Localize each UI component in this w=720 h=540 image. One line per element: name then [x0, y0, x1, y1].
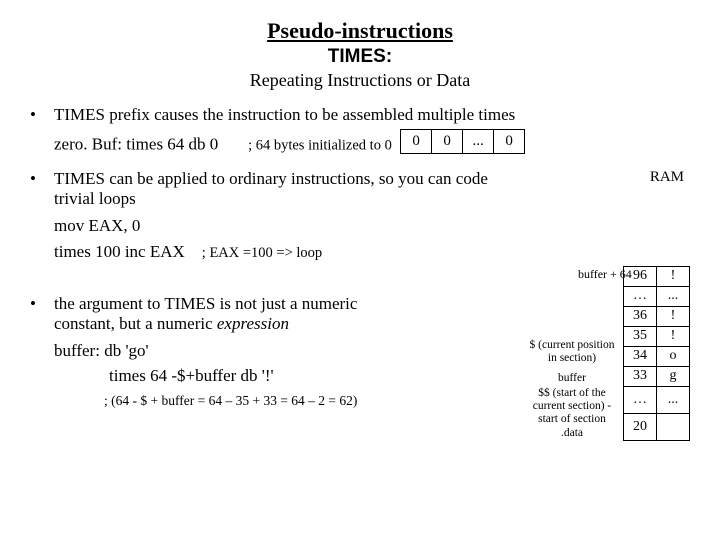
expression-note: ; (64 - $ + buffer = 64 – 35 + 33 = 64 –…	[104, 393, 521, 409]
anno-buffer: buffer	[521, 366, 624, 386]
comment-64bytes: ; 64 bytes initialized to 0	[248, 138, 392, 154]
ram-val: g	[657, 366, 690, 386]
bullet2-line1: TIMES can be applied to ordinary instruc…	[54, 169, 634, 189]
bullet-3: • the argument to TIMES is not just a nu…	[30, 294, 690, 442]
byte-cell: 0	[432, 130, 463, 154]
ram-addr: 36	[624, 306, 657, 326]
ram-addr: 35	[624, 326, 657, 346]
ram-val: o	[657, 346, 690, 366]
ram-label: RAM	[650, 169, 690, 186]
ram-addr: 96	[624, 266, 657, 286]
ram-val: ...	[657, 386, 690, 413]
bullet3-expression: expression	[217, 314, 289, 333]
ram-val: !	[657, 306, 690, 326]
bullet-1: • TIMES prefix causes the instruction to…	[30, 105, 690, 157]
ram-addr: …	[624, 386, 657, 413]
code-buffer-go: buffer: db 'go'	[54, 338, 521, 364]
ram-addr: …	[624, 286, 657, 306]
bullet3-line2a: constant, but a numeric	[54, 314, 217, 333]
comment-eax100: ; EAX =100 => loop	[202, 245, 322, 261]
ram-table-wrap: 96! …... 36! $ (current position in sect…	[521, 266, 690, 442]
ram-val	[657, 413, 690, 440]
bullet2-line2: trivial loops	[54, 189, 634, 209]
bullet-dot: •	[30, 169, 54, 281]
ram-block: RAM	[650, 169, 690, 188]
code-mov: mov EAX, 0	[54, 213, 634, 239]
ram-val: !	[657, 266, 690, 286]
ram-val: ...	[657, 286, 690, 306]
anno-double-dollar: $$ (start of the current section) - star…	[521, 386, 624, 441]
bullet-dot: •	[30, 105, 54, 157]
ram-addr: 33	[624, 366, 657, 386]
byte-cell: 0	[401, 130, 432, 154]
code-times100: times 100 inc EAX	[54, 242, 185, 261]
bullet1-text: TIMES prefix causes the instruction to b…	[54, 105, 690, 125]
code-times64: times 64 -$+buffer db '!'	[109, 363, 521, 389]
page-title: Pseudo-instructions	[30, 18, 690, 44]
bullet1-code: zero. Buf: times 64 db 0 ; 64 bytes init…	[54, 129, 690, 157]
byte-cell: 0	[494, 130, 525, 154]
bullet3-line1: the argument to TIMES is not just a nume…	[54, 294, 521, 314]
ram-val: !	[657, 326, 690, 346]
anno-dollar: $ (current position in section)	[521, 326, 624, 366]
byte-cell: ...	[463, 130, 494, 154]
ram-table: 96! …... 36! $ (current position in sect…	[521, 266, 690, 442]
page-subtitle: TIMES:	[30, 46, 690, 68]
bytes-table: 0 0 ... 0	[400, 129, 525, 154]
bullet-dot: •	[30, 294, 54, 442]
page-subhead: Repeating Instructions or Data	[30, 70, 690, 91]
ram-addr: 34	[624, 346, 657, 366]
ram-addr: 20	[624, 413, 657, 440]
code-zerobuf: zero. Buf: times 64 db 0	[54, 135, 218, 154]
